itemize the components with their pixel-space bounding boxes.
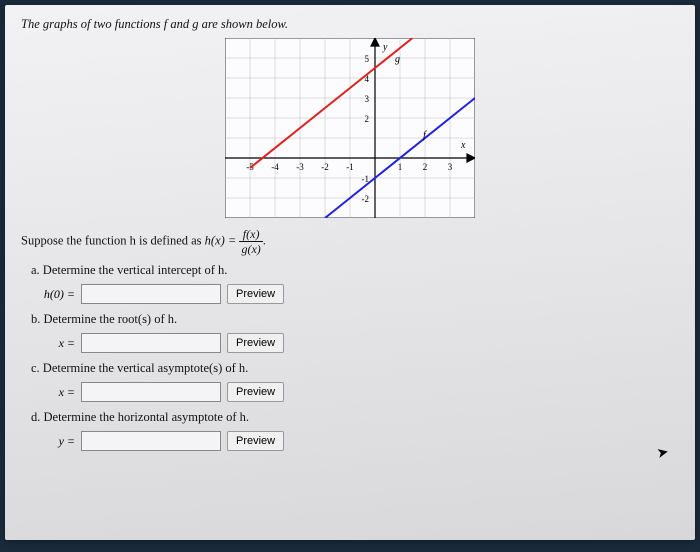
problem-page: The graphs of two functions f and g are … (5, 5, 695, 540)
question-a: a. Determine the vertical intercept of h… (31, 263, 679, 278)
question-d: d. Determine the horizontal asymptote of… (31, 410, 679, 425)
x-axis-label: x (460, 140, 466, 151)
question-c: c. Determine the vertical asymptote(s) o… (31, 361, 679, 376)
label-g: g (395, 54, 400, 65)
input-b[interactable] (81, 333, 221, 353)
svg-text:-2: -2 (321, 162, 329, 172)
label-c: x = (39, 385, 75, 400)
label-a: h(0) = (39, 287, 75, 302)
intro-text: The graphs of two functions f and g are … (21, 17, 679, 32)
svg-text:5: 5 (365, 54, 370, 64)
fraction-top: f(x) (239, 228, 262, 242)
row-c: x = Preview (39, 382, 679, 402)
preview-button-b[interactable]: Preview (227, 333, 284, 353)
row-d: y = Preview (39, 431, 679, 451)
label-b: x = (39, 336, 75, 351)
row-b: x = Preview (39, 333, 679, 353)
svg-text:-3: -3 (296, 162, 304, 172)
fraction: f(x) g(x) (239, 228, 262, 255)
svg-text:2: 2 (365, 114, 370, 124)
row-a: h(0) = Preview (39, 284, 679, 304)
preview-button-d[interactable]: Preview (227, 431, 284, 451)
h-definition: Suppose the function h is defined as h(x… (21, 228, 679, 255)
preview-button-c[interactable]: Preview (227, 382, 284, 402)
fraction-bot: g(x) (239, 242, 262, 255)
input-d[interactable] (81, 431, 221, 451)
svg-text:1: 1 (398, 162, 403, 172)
svg-text:2: 2 (423, 162, 428, 172)
svg-text:-4: -4 (271, 162, 279, 172)
function-graph: -5-4-3 -2-1 123 -2-1 23 45 y x g f (225, 38, 475, 218)
input-c[interactable] (81, 382, 221, 402)
preview-button-a[interactable]: Preview (227, 284, 284, 304)
definition-period: . (263, 233, 266, 247)
definition-prefix: Suppose the function h is defined as (21, 233, 205, 247)
svg-text:3: 3 (448, 162, 453, 172)
label-d: y = (39, 434, 75, 449)
svg-text:3: 3 (365, 94, 370, 104)
chart-container: -5-4-3 -2-1 123 -2-1 23 45 y x g f (21, 38, 679, 218)
question-b: b. Determine the root(s) of h. (31, 312, 679, 327)
svg-text:-1: -1 (346, 162, 354, 172)
svg-text:-2: -2 (362, 194, 370, 204)
input-a[interactable] (81, 284, 221, 304)
y-axis-label: y (382, 42, 388, 53)
definition-lhs: h(x) = (205, 233, 240, 247)
